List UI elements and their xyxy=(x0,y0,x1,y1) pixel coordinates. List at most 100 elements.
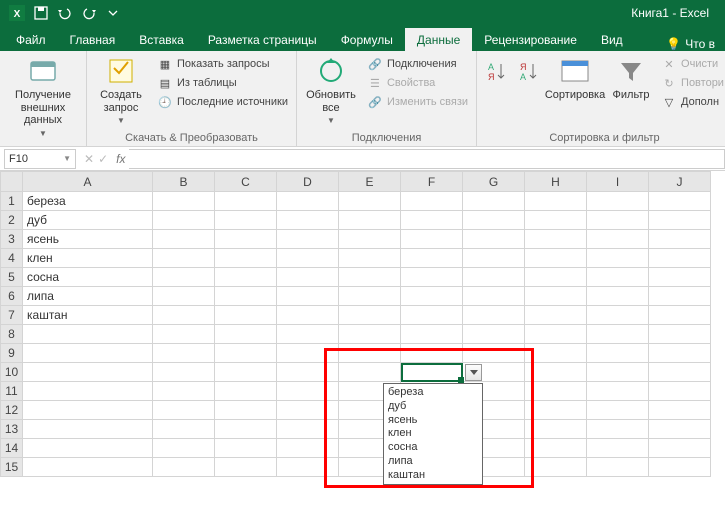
tab-page-layout[interactable]: Разметка страницы xyxy=(196,28,329,51)
cell[interactable] xyxy=(23,325,153,344)
cell[interactable] xyxy=(587,458,649,477)
advanced-filter-button[interactable]: ▽Дополн xyxy=(657,93,725,111)
cell[interactable] xyxy=(401,249,463,268)
cell[interactable] xyxy=(649,306,711,325)
cell[interactable] xyxy=(215,458,277,477)
cell[interactable] xyxy=(277,325,339,344)
cell[interactable]: береза xyxy=(23,192,153,211)
sort-button[interactable]: Сортировка xyxy=(545,53,605,104)
row-header[interactable]: 7 xyxy=(1,306,23,325)
row-header[interactable]: 10 xyxy=(1,363,23,382)
qat-customize-icon[interactable] xyxy=(102,2,124,24)
cell[interactable] xyxy=(525,439,587,458)
select-all-corner[interactable] xyxy=(1,172,23,192)
dropdown-option[interactable]: липа xyxy=(388,455,478,469)
cell[interactable] xyxy=(153,458,215,477)
cell[interactable] xyxy=(277,363,339,382)
tell-me-search[interactable]: 💡 Что в xyxy=(660,37,721,51)
cell[interactable] xyxy=(649,192,711,211)
cell[interactable] xyxy=(587,439,649,458)
tab-home[interactable]: Главная xyxy=(58,28,128,51)
cell[interactable] xyxy=(649,268,711,287)
cell[interactable] xyxy=(587,306,649,325)
cell[interactable]: липа xyxy=(23,287,153,306)
cell[interactable] xyxy=(215,211,277,230)
cell[interactable] xyxy=(463,287,525,306)
row-header[interactable]: 12 xyxy=(1,401,23,420)
cell[interactable] xyxy=(153,382,215,401)
cell[interactable]: клен xyxy=(23,249,153,268)
undo-icon[interactable] xyxy=(54,2,76,24)
cell[interactable] xyxy=(525,401,587,420)
column-header[interactable]: D xyxy=(277,172,339,192)
cell[interactable] xyxy=(401,211,463,230)
cell[interactable] xyxy=(339,268,401,287)
column-header[interactable]: H xyxy=(525,172,587,192)
dropdown-option[interactable]: ясень xyxy=(388,414,478,428)
connections-button[interactable]: 🔗Подключения xyxy=(363,55,472,73)
cell[interactable] xyxy=(215,230,277,249)
row-header[interactable]: 4 xyxy=(1,249,23,268)
cell[interactable] xyxy=(277,458,339,477)
cell[interactable] xyxy=(463,211,525,230)
column-header[interactable]: I xyxy=(587,172,649,192)
worksheet[interactable]: ABCDEFGHIJ1береза2дуб3ясень4клен5сосна6л… xyxy=(0,171,725,522)
sort-desc-button[interactable]: ЯА xyxy=(513,53,543,89)
cell[interactable] xyxy=(277,420,339,439)
cell[interactable] xyxy=(463,268,525,287)
cell[interactable] xyxy=(587,325,649,344)
cell[interactable] xyxy=(23,401,153,420)
cell[interactable] xyxy=(525,268,587,287)
cell[interactable] xyxy=(649,211,711,230)
cell[interactable] xyxy=(649,249,711,268)
cell[interactable] xyxy=(23,439,153,458)
cell[interactable] xyxy=(649,420,711,439)
cell[interactable] xyxy=(525,211,587,230)
cell[interactable] xyxy=(401,344,463,363)
cell[interactable] xyxy=(277,306,339,325)
row-header[interactable]: 6 xyxy=(1,287,23,306)
cell[interactable] xyxy=(339,363,401,382)
cell[interactable] xyxy=(587,211,649,230)
get-external-data-button[interactable]: Получение внешних данных ▼ xyxy=(4,53,82,140)
cell[interactable] xyxy=(401,230,463,249)
cell[interactable] xyxy=(215,268,277,287)
cell[interactable] xyxy=(153,192,215,211)
cell[interactable]: сосна xyxy=(23,268,153,287)
row-header[interactable]: 8 xyxy=(1,325,23,344)
cell[interactable] xyxy=(215,363,277,382)
cell[interactable] xyxy=(525,287,587,306)
name-box[interactable]: F10 ▼ xyxy=(4,149,76,169)
cell[interactable] xyxy=(587,401,649,420)
cell[interactable] xyxy=(587,192,649,211)
cell[interactable] xyxy=(525,325,587,344)
cell[interactable] xyxy=(463,306,525,325)
cell[interactable] xyxy=(401,192,463,211)
row-header[interactable]: 5 xyxy=(1,268,23,287)
column-header[interactable]: J xyxy=(649,172,711,192)
cell[interactable] xyxy=(401,268,463,287)
cell[interactable] xyxy=(339,325,401,344)
cell[interactable] xyxy=(153,268,215,287)
cell[interactable] xyxy=(401,306,463,325)
cell[interactable] xyxy=(525,230,587,249)
cell[interactable] xyxy=(277,192,339,211)
cell[interactable] xyxy=(215,287,277,306)
cell[interactable] xyxy=(215,439,277,458)
column-header[interactable]: C xyxy=(215,172,277,192)
cell[interactable] xyxy=(463,192,525,211)
cell[interactable] xyxy=(23,382,153,401)
cell[interactable] xyxy=(525,382,587,401)
show-queries-button[interactable]: ▦Показать запросы xyxy=(153,55,292,73)
cell[interactable] xyxy=(649,344,711,363)
cell[interactable] xyxy=(649,363,711,382)
cell[interactable] xyxy=(153,306,215,325)
cell[interactable] xyxy=(215,306,277,325)
cell[interactable] xyxy=(277,401,339,420)
sort-asc-button[interactable]: АЯ xyxy=(481,53,511,89)
cell[interactable] xyxy=(463,325,525,344)
column-header[interactable]: A xyxy=(23,172,153,192)
cell[interactable] xyxy=(23,344,153,363)
cell[interactable]: каштан xyxy=(23,306,153,325)
row-header[interactable]: 1 xyxy=(1,192,23,211)
